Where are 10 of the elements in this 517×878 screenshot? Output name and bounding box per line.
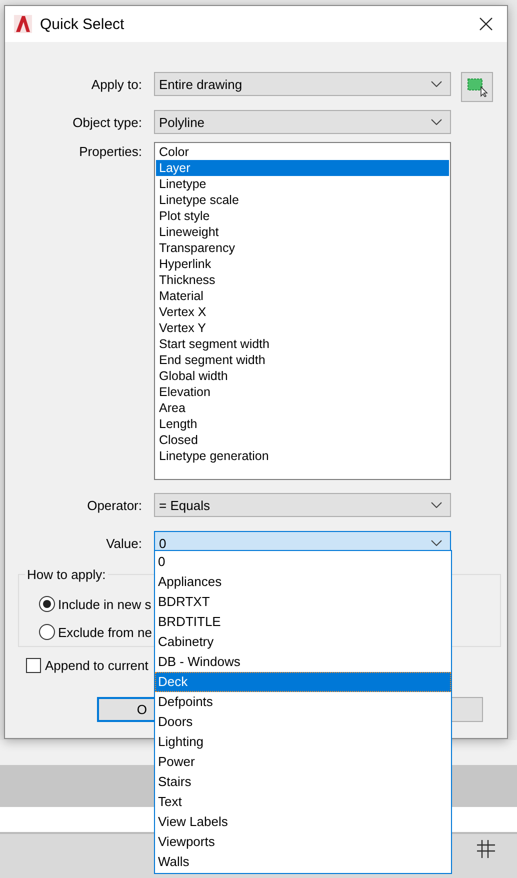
checkbox-label: Append to current xyxy=(45,658,148,673)
field-label: Value: xyxy=(105,536,142,550)
field-label: Apply to: xyxy=(90,76,142,92)
window-title: Quick Select xyxy=(40,16,126,32)
radio-label: Exclude from ne xyxy=(58,624,152,640)
field-label: Properties: xyxy=(78,143,142,159)
radio-label: Include in new s xyxy=(58,596,152,612)
field-label: Object type: xyxy=(72,114,142,130)
field-label: Operator: xyxy=(86,498,142,512)
group-label: How to apply: xyxy=(26,567,107,582)
